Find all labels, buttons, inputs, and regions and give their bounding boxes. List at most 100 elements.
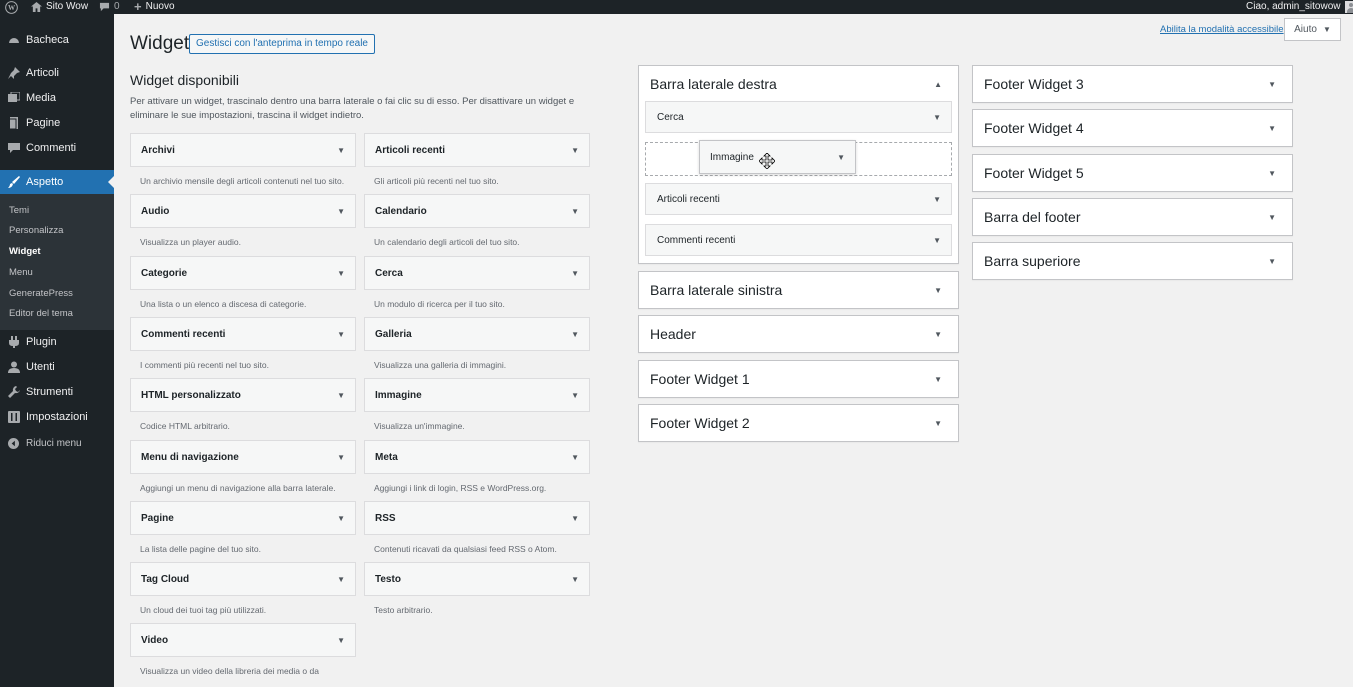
available-widget-meta[interactable]: Meta ▼	[364, 440, 590, 474]
available-widget-menu-di-navigazione[interactable]: Menu di navigazione ▼	[130, 440, 356, 474]
my-account-link[interactable]: Ciao, admin_sitowow	[1246, 0, 1353, 14]
menu-item-plugin[interactable]: Plugin	[0, 331, 114, 353]
widget-title: Articoli recenti	[375, 144, 446, 156]
expand-arrow-icon[interactable]: ▼	[337, 575, 345, 584]
menu-item-strumenti[interactable]: Strumenti	[0, 381, 114, 403]
available-widget-audio[interactable]: Audio ▼	[130, 194, 356, 228]
site-name-link[interactable]: Sito Wow	[31, 0, 88, 14]
available-widget-video[interactable]: Video ▼	[130, 623, 356, 657]
plus-icon: +	[134, 0, 142, 14]
sidebar-header[interactable]: Footer Widget 1 ▼	[639, 361, 958, 397]
sidebar-title: Footer Widget 4	[984, 120, 1084, 136]
available-widget-testo[interactable]: Testo ▼	[364, 562, 590, 596]
sidebar-barra-laterale-sinistra: Barra laterale sinistra ▼	[638, 271, 959, 309]
sidebar-widget-commenti-recenti[interactable]: Commenti recenti ▼	[645, 224, 952, 256]
available-widget-calendario[interactable]: Calendario ▼	[364, 194, 590, 228]
expand-arrow-icon[interactable]: ▼	[337, 269, 345, 278]
expand-arrow-icon[interactable]: ▼	[571, 575, 579, 584]
expand-arrow-icon[interactable]: ▼	[337, 146, 345, 155]
widget-title: Cerca	[375, 267, 403, 279]
submenu-item-generatepress[interactable]: GeneratePress	[9, 288, 73, 299]
accessibility-mode-link[interactable]: Abilita la modalità accessibile	[1160, 24, 1284, 35]
expand-arrow-icon[interactable]: ▼	[1268, 213, 1276, 222]
expand-arrow-icon[interactable]: ▼	[934, 330, 942, 339]
menu-item-aspetto[interactable]: Aspetto	[0, 170, 114, 194]
menu-item-bacheca[interactable]: Bacheca	[0, 29, 114, 51]
expand-arrow-icon[interactable]: ▼	[337, 330, 345, 339]
sidebar-header[interactable]: Footer Widget 2 ▼	[639, 405, 958, 441]
expand-arrow-icon[interactable]: ▼	[571, 514, 579, 523]
expand-arrow-icon[interactable]: ▼	[1268, 169, 1276, 178]
available-widget-commenti-recenti[interactable]: Commenti recenti ▼	[130, 317, 356, 351]
expand-arrow-icon[interactable]: ▼	[933, 236, 941, 245]
available-widget-immagine[interactable]: Immagine ▼	[364, 378, 590, 412]
expand-arrow-icon[interactable]: ▼	[1268, 257, 1276, 266]
sidebar-footer-widget-3: Footer Widget 3 ▼	[972, 65, 1293, 103]
manage-live-preview-button[interactable]: Gestisci con l'anteprima in tempo reale	[189, 34, 375, 54]
submenu-item-temi[interactable]: Temi	[9, 205, 29, 216]
collapse-menu-button[interactable]: Riduci menu	[0, 432, 114, 454]
expand-arrow-icon[interactable]: ▼	[571, 207, 579, 216]
expand-arrow-icon[interactable]: ▼	[571, 391, 579, 400]
available-widget-html-personalizzato[interactable]: HTML personalizzato ▼	[130, 378, 356, 412]
comments-link[interactable]: 0	[99, 0, 120, 14]
available-widget-articoli-recenti[interactable]: Articoli recenti ▼	[364, 133, 590, 167]
submenu-item-widget[interactable]: Widget	[9, 246, 41, 257]
widget-title: Galleria	[375, 328, 412, 340]
sidebar-widget-articoli-recenti[interactable]: Articoli recenti ▼	[645, 183, 952, 215]
sidebar-widget-cerca[interactable]: Cerca ▼	[645, 101, 952, 133]
expand-arrow-icon[interactable]: ▼	[337, 636, 345, 645]
expand-arrow-icon[interactable]: ▼	[337, 514, 345, 523]
available-widget-pagine[interactable]: Pagine ▼	[130, 501, 356, 535]
available-widget-galleria[interactable]: Galleria ▼	[364, 317, 590, 351]
expand-arrow-icon[interactable]: ▼	[934, 375, 942, 384]
submenu-item-editor-tema[interactable]: Editor del tema	[9, 308, 73, 319]
sidebar-header[interactable]: Barra laterale destra ▲	[639, 66, 958, 102]
expand-arrow-icon[interactable]: ▼	[1268, 124, 1276, 133]
expand-arrow-icon[interactable]: ▼	[571, 269, 579, 278]
move-cursor-icon	[759, 153, 775, 169]
expand-arrow-icon[interactable]: ▼	[337, 453, 345, 462]
available-widget-tag-cloud[interactable]: Tag Cloud ▼	[130, 562, 356, 596]
menu-item-impostazioni[interactable]: Impostazioni	[0, 406, 114, 428]
submenu-item-menu[interactable]: Menu	[9, 267, 33, 278]
expand-arrow-icon[interactable]: ▼	[837, 153, 845, 162]
help-tab-button[interactable]: Aiuto ▼	[1284, 18, 1341, 41]
submenu-item-personalizza[interactable]: Personalizza	[9, 225, 63, 236]
available-widget-categorie[interactable]: Categorie ▼	[130, 256, 356, 290]
sidebar-header[interactable]: Footer Widget 4 ▼	[973, 110, 1292, 146]
expand-arrow-icon[interactable]: ▼	[571, 453, 579, 462]
expand-arrow-icon[interactable]: ▼	[1268, 80, 1276, 89]
expand-arrow-icon[interactable]: ▼	[933, 195, 941, 204]
menu-item-utenti[interactable]: Utenti	[0, 356, 114, 378]
menu-item-articoli[interactable]: Articoli	[0, 62, 114, 84]
available-widgets-description: Per attivare un widget, trascinalo dentr…	[130, 96, 575, 121]
wordpress-logo-icon[interactable]: W	[5, 0, 18, 14]
expand-arrow-icon[interactable]: ▼	[934, 286, 942, 295]
available-widget-archivi[interactable]: Archivi ▼	[130, 133, 356, 167]
expand-arrow-icon[interactable]: ▼	[337, 207, 345, 216]
sidebar-header[interactable]: Barra laterale sinistra ▼	[639, 272, 958, 308]
new-content-link[interactable]: + Nuovo	[134, 0, 175, 14]
expand-arrow-icon[interactable]: ▼	[337, 391, 345, 400]
menu-item-pagine[interactable]: Pagine	[0, 112, 114, 134]
menu-item-media[interactable]: Media	[0, 87, 114, 109]
sidebar-header[interactable]: Footer Widget 3 ▼	[973, 66, 1292, 102]
widget-title: Commenti recenti	[657, 234, 736, 246]
collapse-arrow-icon[interactable]: ▲	[934, 80, 942, 89]
available-widget-rss[interactable]: RSS ▼	[364, 501, 590, 535]
dragging-widget-immagine[interactable]: Immagine ▼	[699, 140, 856, 174]
widget-title: Menu di navigazione	[141, 451, 239, 463]
sidebar-header[interactable]: Barra superiore ▼	[973, 243, 1292, 279]
expand-arrow-icon[interactable]: ▼	[934, 419, 942, 428]
available-widget-cerca[interactable]: Cerca ▼	[364, 256, 590, 290]
widget-description: Contenuti ricavati da qualsiasi feed RSS…	[374, 544, 557, 554]
sidebar-header[interactable]: Footer Widget 5 ▼	[973, 155, 1292, 191]
expand-arrow-icon[interactable]: ▼	[571, 146, 579, 155]
sidebar-header[interactable]: Barra del footer ▼	[973, 199, 1292, 235]
widget-title: Immagine	[375, 389, 422, 401]
expand-arrow-icon[interactable]: ▼	[933, 113, 941, 122]
expand-arrow-icon[interactable]: ▼	[571, 330, 579, 339]
menu-item-commenti[interactable]: Commenti	[0, 137, 114, 159]
sidebar-header[interactable]: Header ▼	[639, 316, 958, 352]
